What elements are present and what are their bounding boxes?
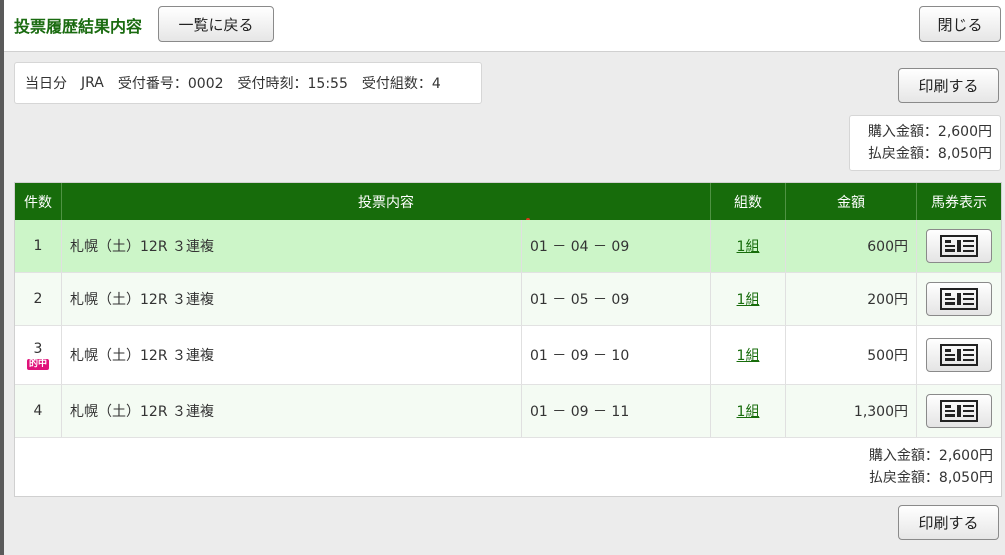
row-number-text: 2 — [33, 291, 43, 307]
row-number-text: 1 — [33, 238, 43, 254]
table-header: 件数 投票内容 組数 金額 馬券表示 — [15, 183, 1001, 220]
ticket-icon — [940, 235, 978, 257]
purchase-amount: 購入金額：2,600円 — [867, 124, 992, 140]
row-amount: 200円 — [786, 273, 917, 325]
info-receipt-sets: 受付組数：4 — [361, 76, 441, 92]
row-race: 札幌（土）12R ３連複 — [62, 326, 522, 384]
header-content: 投票内容 — [62, 183, 711, 220]
row-ticket — [917, 220, 1001, 272]
page-header: 投票履歴結果内容 一覧に戻る 閉じる — [4, 0, 1005, 52]
row-amount: 500円 — [786, 326, 917, 384]
row-combination: 01 － 09 － 10 — [522, 326, 711, 384]
table-row: 3 的中 札幌（土）12R ３連複 01 － 09 － 10 1組 500円 — [15, 326, 1001, 385]
results-table: 件数 投票内容 組数 金額 馬券表示 1 札幌（土）12R ３連複 01 － 0… — [14, 182, 1002, 497]
summary-box: 購入金額：2,600円 払戻金額：8,050円 — [849, 115, 1001, 171]
ticket-view-button[interactable] — [926, 282, 992, 316]
header-sets: 組数 — [711, 183, 786, 220]
row-number-text: 4 — [33, 403, 43, 419]
header-ticket: 馬券表示 — [931, 194, 987, 211]
row-ticket — [917, 326, 1001, 384]
table-footer-summary: 購入金額：2,600円 払戻金額：8,050円 — [869, 445, 993, 489]
row-number: 1 — [15, 220, 62, 272]
ticket-view-button[interactable] — [926, 338, 992, 372]
row-number-text: 3 — [33, 340, 43, 357]
back-to-list-button[interactable]: 一覧に戻る — [158, 6, 274, 42]
info-day: 当日分 — [25, 76, 67, 92]
row-race: 札幌（土）12R ３連複 — [62, 385, 522, 437]
row-race: 札幌（土）12R ３連複 — [62, 273, 522, 325]
info-receipt-no: 受付番号：0002 — [117, 76, 224, 92]
print-button-bottom[interactable]: 印刷する — [898, 505, 999, 540]
print-button-top[interactable]: 印刷する — [898, 68, 999, 103]
row-number: 3 的中 — [15, 326, 62, 384]
ticket-icon — [940, 344, 978, 366]
window-edge — [0, 0, 4, 555]
row-sets: 1組 — [711, 326, 786, 384]
footer-payout-amount: 払戻金額：8,050円 — [868, 470, 993, 486]
row-combination: 01 － 05 － 09 — [522, 273, 711, 325]
ticket-view-button[interactable] — [926, 229, 992, 263]
row-amount: 600円 — [786, 220, 917, 272]
header-count: 件数 — [15, 183, 62, 220]
row-number: 4 — [15, 385, 62, 437]
table-row: 2 札幌（土）12R ３連複 01 － 05 － 09 1組 200円 — [15, 273, 1001, 326]
sets-link[interactable]: 1組 — [737, 236, 760, 256]
close-button[interactable]: 閉じる — [919, 6, 1001, 42]
payout-amount: 払戻金額：8,050円 — [867, 146, 992, 162]
row-sets: 1組 — [711, 273, 786, 325]
table-row: 4 札幌（土）12R ３連複 01 － 09 － 11 1組 1,300円 — [15, 385, 1001, 438]
row-combination: 01 － 09 － 11 — [522, 385, 711, 437]
header-amount: 金額 — [786, 183, 917, 220]
footer-purchase-amount: 購入金額：2,600円 — [868, 448, 993, 464]
row-amount: 1,300円 — [786, 385, 917, 437]
hit-badge: 的中 — [26, 358, 49, 370]
row-sets: 1組 — [711, 220, 786, 272]
row-ticket — [917, 385, 1001, 437]
table-row: 1 札幌（土）12R ３連複 01 － 04 － 09 1組 600円 — [15, 220, 1001, 273]
row-combination: 01 － 04 － 09 — [522, 220, 711, 272]
ticket-view-button[interactable] — [926, 394, 992, 428]
info-org: JRA — [81, 75, 104, 91]
page-title: 投票履歴結果内容 — [14, 17, 143, 36]
sets-link[interactable]: 1組 — [737, 401, 760, 421]
ticket-icon — [940, 288, 978, 310]
row-race: 札幌（土）12R ３連複 — [62, 220, 522, 272]
row-ticket — [917, 273, 1001, 325]
sets-link[interactable]: 1組 — [737, 289, 760, 309]
row-sets: 1組 — [711, 385, 786, 437]
row-number: 2 — [15, 273, 62, 325]
sets-link[interactable]: 1組 — [737, 345, 760, 365]
info-receipt-time: 受付時刻：15:55 — [237, 76, 348, 92]
receipt-info: 当日分 JRA 受付番号：0002 受付時刻：15:55 受付組数：4 — [14, 62, 482, 104]
ticket-icon — [940, 400, 978, 422]
